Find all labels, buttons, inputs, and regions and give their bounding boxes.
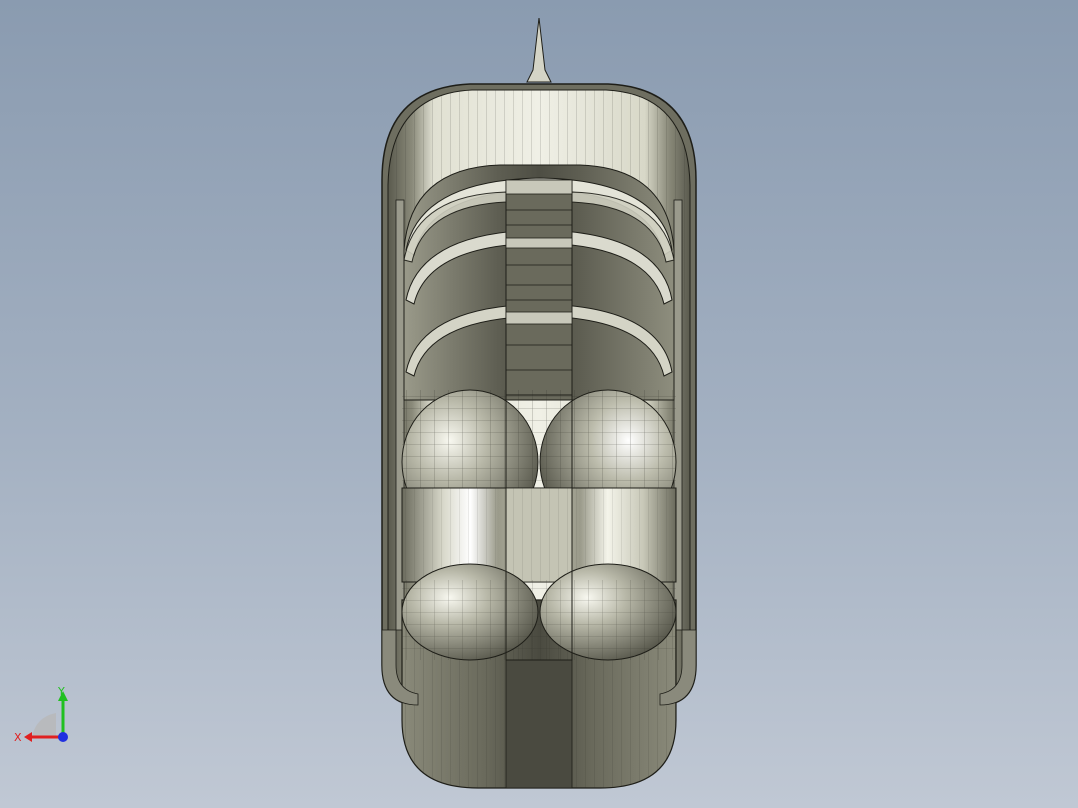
- x-axis-label: X: [14, 731, 22, 744]
- y-axis-label: Y: [58, 685, 65, 698]
- reference-triad[interactable]: X Y: [12, 685, 76, 749]
- z-axis-dot: [58, 732, 68, 742]
- central-spine: [505, 179, 573, 401]
- capsule-model[interactable]: [0, 0, 1078, 808]
- antenna-spike: [526, 17, 552, 83]
- graphics-viewport[interactable]: X Y: [0, 0, 1078, 808]
